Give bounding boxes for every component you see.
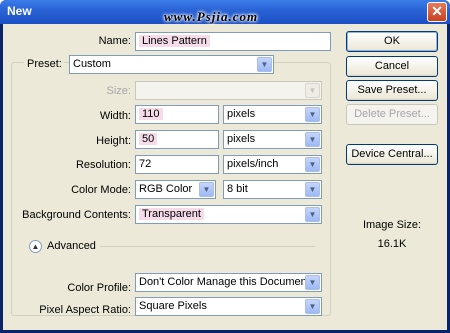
resolution-input[interactable]: 72 bbox=[135, 155, 219, 174]
name-label: Name: bbox=[98, 35, 131, 47]
color-mode-select[interactable]: RGB Color ▼ bbox=[135, 180, 216, 199]
close-icon[interactable]: ✕ bbox=[427, 2, 447, 22]
height-unit-select[interactable]: pixels ▼ bbox=[223, 130, 322, 149]
width-label: Width: bbox=[99, 110, 131, 122]
resolution-value: 72 bbox=[139, 158, 152, 170]
save-preset-button[interactable]: Save Preset... bbox=[346, 80, 438, 101]
chevron-down-icon[interactable]: ▼ bbox=[305, 107, 320, 122]
name-value: Lines Pattern bbox=[139, 35, 210, 47]
chevron-down-icon[interactable]: ▼ bbox=[305, 182, 320, 197]
delete-preset-button: Delete Preset... bbox=[346, 104, 438, 125]
pixel-aspect-select[interactable]: Square Pixels ▼ bbox=[135, 297, 322, 316]
window-title: New bbox=[7, 4, 32, 18]
advanced-divider bbox=[100, 246, 315, 247]
size-select: ▼ bbox=[135, 81, 322, 100]
resolution-unit-value: pixels/inch bbox=[227, 158, 279, 170]
chevron-down-icon[interactable]: ▼ bbox=[305, 132, 320, 147]
pixel-aspect-value: Square Pixels bbox=[139, 300, 207, 312]
preset-label: Preset: bbox=[24, 58, 64, 70]
width-value: 110 bbox=[139, 108, 163, 120]
height-label: Height: bbox=[96, 135, 131, 147]
chevron-down-icon[interactable]: ▼ bbox=[305, 157, 320, 172]
image-size-value: 16.1K bbox=[377, 238, 407, 250]
background-select[interactable]: Transparent ▼ bbox=[135, 205, 322, 224]
height-unit-value: pixels bbox=[227, 133, 256, 145]
background-value: Transparent bbox=[139, 208, 204, 220]
background-label: Background Contents: bbox=[22, 209, 131, 221]
width-unit-select[interactable]: pixels ▼ bbox=[223, 105, 322, 124]
bit-depth-select[interactable]: 8 bit ▼ bbox=[223, 180, 322, 199]
preset-select[interactable]: Custom ▼ bbox=[69, 55, 274, 74]
width-input[interactable]: 110 bbox=[135, 105, 219, 124]
chevron-down-icon[interactable]: ▼ bbox=[199, 182, 214, 197]
resolution-unit-select[interactable]: pixels/inch ▼ bbox=[223, 155, 322, 174]
color-profile-label: Color Profile: bbox=[67, 282, 131, 294]
cancel-button[interactable]: Cancel bbox=[346, 56, 438, 77]
chevron-down-icon: ▼ bbox=[305, 83, 320, 98]
width-unit-value: pixels bbox=[227, 108, 256, 120]
color-mode-label: Color Mode: bbox=[71, 184, 131, 196]
color-mode-value: RGB Color bbox=[139, 183, 193, 195]
chevron-down-icon[interactable]: ▼ bbox=[305, 207, 320, 222]
height-value: 50 bbox=[139, 133, 158, 145]
chevron-down-icon[interactable]: ▼ bbox=[305, 299, 320, 314]
resolution-label: Resolution: bbox=[75, 159, 131, 171]
height-input[interactable]: 50 bbox=[135, 130, 219, 149]
name-input[interactable]: Lines Pattern bbox=[135, 32, 331, 51]
chevron-down-icon[interactable]: ▼ bbox=[305, 275, 320, 290]
advanced-label[interactable]: Advanced bbox=[47, 240, 96, 252]
color-profile-select[interactable]: Don't Color Manage this Document ▼ bbox=[135, 273, 322, 292]
size-label: Size: bbox=[106, 85, 131, 97]
watermark-text: www.Psjia.com bbox=[164, 9, 259, 24]
device-central-button[interactable]: Device Central... bbox=[346, 144, 438, 165]
ok-button[interactable]: OK bbox=[346, 31, 438, 52]
chevron-down-icon[interactable]: ▼ bbox=[257, 57, 272, 72]
image-size-label: Image Size: bbox=[362, 219, 422, 231]
color-profile-value: Don't Color Manage this Document bbox=[139, 276, 310, 288]
preset-value: Custom bbox=[73, 58, 111, 70]
pixel-aspect-label: Pixel Aspect Ratio: bbox=[39, 304, 131, 316]
bit-depth-value: 8 bit bbox=[227, 183, 248, 195]
chevron-up-circle-icon[interactable]: ▲ bbox=[29, 240, 42, 253]
